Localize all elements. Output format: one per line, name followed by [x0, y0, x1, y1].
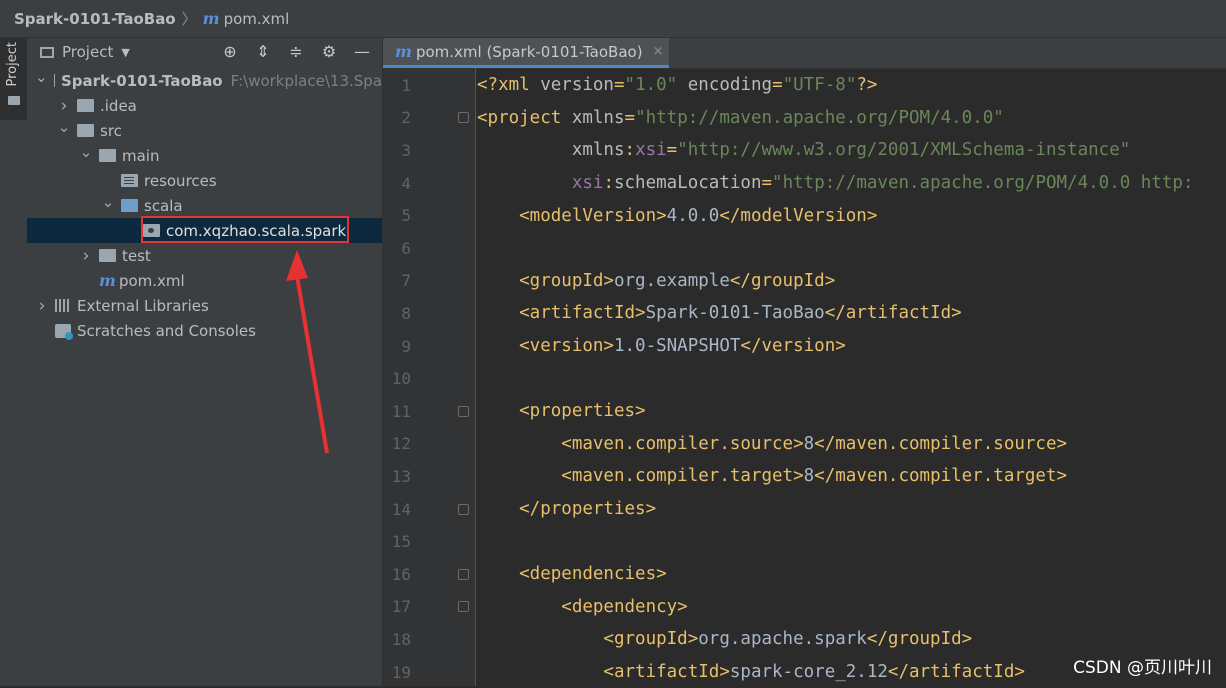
line-number: 15 — [391, 532, 411, 552]
editor-tab-bar: m pom.xml (Spark-0101-TaoBao) × — [383, 38, 1226, 69]
code-line[interactable]: 3 xmlns:xsi="http://www.w3.org/2001/XMLS… — [383, 134, 1226, 167]
close-icon[interactable]: × — [653, 44, 664, 59]
line-number: 4 — [401, 173, 411, 193]
code-line[interactable]: 15 — [383, 525, 1226, 558]
code-line[interactable]: 18 <groupId>org.apache.spark</groupId> — [383, 623, 1226, 656]
code-text: xsi:schemaLocation="http://maven.apache.… — [571, 173, 1194, 194]
code-text: <dependency> — [477, 596, 688, 617]
code-text: <?xml version="1.0" encoding="UTF-8"?> — [477, 75, 878, 96]
code-text: <version>1.0-SNAPSHOT</version> — [477, 336, 846, 357]
navigation-bar: Spark-0101-TaoBao 〉 m pom.xml — [0, 0, 1226, 38]
code-line[interactable]: 9 <version>1.0-SNAPSHOT</version> — [383, 330, 1226, 363]
line-number: 19 — [391, 662, 411, 682]
breadcrumb-file[interactable]: pom.xml — [224, 10, 290, 28]
code-text: <modelVersion>4.0.0</modelVersion> — [477, 205, 878, 226]
tool-window-strip: Project — [0, 38, 28, 686]
project-tool-tab[interactable]: Project — [0, 38, 27, 120]
code-text: <maven.compiler.source>8</maven.compiler… — [477, 433, 1068, 454]
tab-pom-xml[interactable]: m pom.xml (Spark-0101-TaoBao) × — [383, 38, 669, 68]
line-number: 10 — [391, 369, 411, 389]
code-line[interactable]: 5 <modelVersion>4.0.0</modelVersion> — [383, 199, 1226, 232]
code-line[interactable]: 13 <maven.compiler.target>8</maven.compi… — [383, 460, 1226, 493]
annotation-arrow — [286, 250, 329, 454]
project-tool-tab-label: Project — [5, 42, 20, 87]
code-line[interactable]: 7 <groupId>org.example</groupId> — [383, 265, 1226, 298]
fold-marker-icon[interactable] — [458, 568, 469, 580]
fold-marker-icon[interactable] — [458, 503, 469, 515]
code-text: </properties> — [477, 499, 657, 520]
code-line[interactable]: 17 <dependency> — [383, 591, 1226, 624]
code-line[interactable]: 6 — [383, 232, 1226, 265]
editor-area: m pom.xml (Spark-0101-TaoBao) × 1 <?xml v… — [383, 38, 1226, 686]
line-number: 6 — [401, 238, 411, 258]
code-text: <artifactId>Spark-0101-TaoBao</artifactI… — [477, 303, 962, 324]
line-number: 5 — [401, 206, 411, 226]
fold-marker-icon[interactable] — [458, 405, 469, 417]
line-number: 14 — [391, 499, 411, 519]
line-number: 11 — [391, 401, 411, 421]
code-text: <properties> — [477, 401, 646, 422]
code-text: <groupId>org.example</groupId> — [477, 270, 836, 291]
code-line[interactable]: 2 <project xmlns="http://maven.apache.org… — [383, 102, 1226, 135]
maven-icon: m — [395, 42, 412, 61]
line-number: 16 — [391, 564, 411, 584]
line-number: 3 — [401, 140, 411, 160]
code-text: <groupId>org.apache.spark</groupId> — [477, 629, 973, 650]
code-text: <project xmlns="http://maven.apache.org/… — [477, 107, 1004, 128]
code-text: <maven.compiler.target>8</maven.compiler… — [477, 466, 1068, 487]
line-number: 9 — [401, 336, 411, 356]
code-text: xmlns:xsi="http://www.w3.org/2001/XMLSch… — [571, 140, 1131, 161]
code-line[interactable]: 12 <maven.compiler.source>8</maven.compi… — [383, 428, 1226, 461]
line-number: 13 — [391, 466, 411, 486]
line-number: 1 — [401, 75, 411, 95]
line-number: 8 — [401, 303, 411, 323]
code-text: <dependencies> — [477, 564, 667, 585]
tab-label: pom.xml (Spark-0101-TaoBao) — [415, 42, 643, 61]
project-panel: Project ▼ ⊕ ⇕ ≑ ⚙ — ⌄ Spark-0101-TaoBao F:… — [27, 38, 383, 686]
code-line[interactable]: 14 </properties> — [383, 493, 1226, 526]
line-number: 18 — [391, 629, 411, 649]
breadcrumb-project[interactable]: Spark-0101-TaoBao — [14, 10, 176, 28]
breadcrumb-separator: 〉 — [181, 10, 197, 28]
line-number: 2 — [401, 108, 411, 128]
folder-icon — [8, 96, 20, 105]
line-number: 12 — [391, 434, 411, 454]
maven-icon: m — [202, 9, 220, 28]
line-number: 17 — [391, 597, 411, 617]
fold-marker-icon[interactable] — [458, 601, 469, 613]
watermark: CSDN @页川叶川 — [1073, 658, 1212, 678]
code-line[interactable]: 10 — [383, 362, 1226, 395]
code-line[interactable]: 1 <?xml version="1.0" encoding="UTF-8"?> — [383, 69, 1226, 102]
line-number: 7 — [401, 271, 411, 291]
code-text: <artifactId>spark-core_2.12</artifactId> — [477, 662, 1025, 683]
code-line[interactable]: 4 xsi:schemaLocation="http://maven.apach… — [383, 167, 1226, 200]
fold-marker-icon[interactable] — [458, 112, 469, 124]
code-line[interactable]: 11 <properties> — [383, 395, 1226, 428]
code-line[interactable]: 8 <artifactId>Spark-0101-TaoBao</artifac… — [383, 297, 1226, 330]
code-line[interactable]: 16 <dependencies> — [383, 558, 1226, 591]
